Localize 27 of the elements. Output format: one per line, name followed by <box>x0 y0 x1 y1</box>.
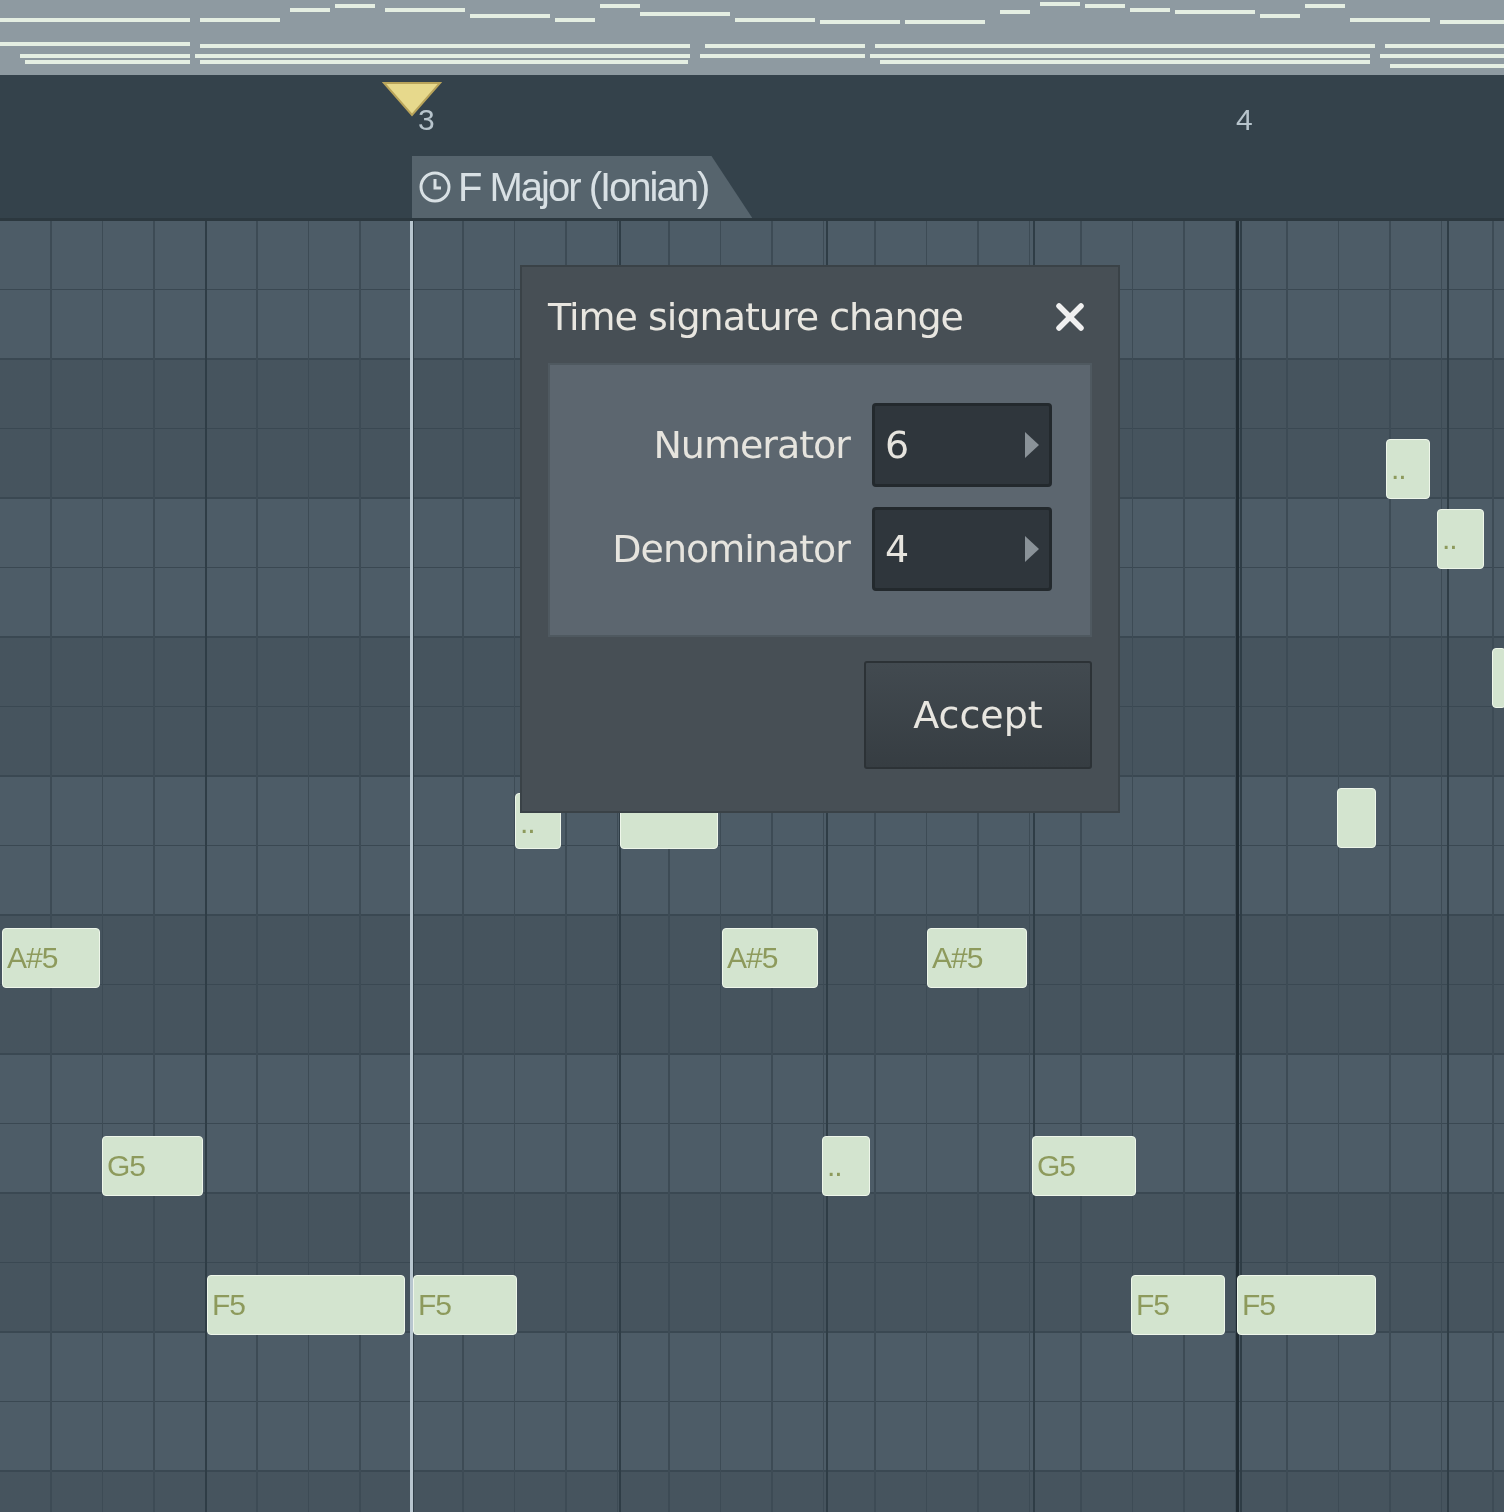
value-spinner[interactable]: 4 <box>872 507 1052 591</box>
accept-button[interactable]: Accept <box>864 661 1092 769</box>
timeline-ruler[interactable]: 3 4 <box>0 75 1504 150</box>
arrow-right-icon <box>1025 536 1039 562</box>
note[interactable]: .. <box>822 1136 870 1196</box>
clock-icon <box>418 170 452 204</box>
note[interactable]: .. <box>1437 509 1484 569</box>
dialog-title: Time signature change <box>548 295 963 339</box>
note[interactable]: A#5 <box>927 928 1027 988</box>
note[interactable]: F5 <box>207 1275 405 1335</box>
note[interactable]: G5 <box>102 1136 203 1196</box>
note[interactable]: F5 <box>1237 1275 1376 1335</box>
bar-number: 4 <box>1236 103 1253 137</box>
note[interactable]: F5 <box>413 1275 517 1335</box>
field-label: Denominator <box>612 527 850 571</box>
scale-marker-label: F Major (Ionian) <box>458 164 709 210</box>
arrow-right-icon <box>1025 432 1039 458</box>
bar-number: 3 <box>418 103 435 137</box>
note[interactable]: A#5 <box>2 928 100 988</box>
scale-marker[interactable]: F Major (Ionian) <box>412 156 753 218</box>
field-label: Numerator <box>653 423 850 467</box>
piano-roll-grid[interactable]: A#5 A#5 A#5 G5 .. G5 F5 F5 F5 F5 .. .. .. Time signature change Numerator 6 Denominator 4 Accept <box>0 221 1504 1512</box>
note[interactable]: .. <box>1386 439 1430 499</box>
value-spinner[interactable]: 6 <box>872 403 1052 487</box>
note[interactable]: F5 <box>1131 1275 1225 1335</box>
note[interactable]: G5 <box>1032 1136 1136 1196</box>
note[interactable]: A#5 <box>722 928 818 988</box>
